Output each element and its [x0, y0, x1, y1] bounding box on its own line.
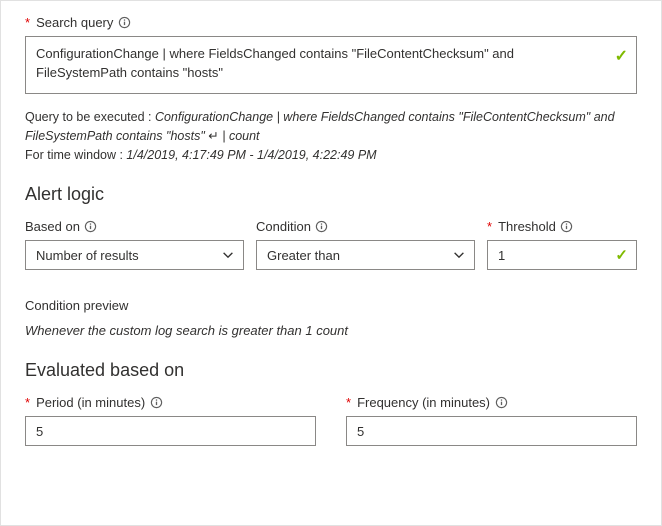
- period-value: 5: [36, 424, 43, 439]
- check-icon: ✓: [615, 246, 628, 264]
- condition-col: Condition Greater than: [256, 219, 475, 270]
- alert-logic-row: Based on Number of results Condition: [25, 219, 637, 270]
- info-icon[interactable]: [560, 220, 574, 234]
- query-desc-prefix: Query to be executed :: [25, 110, 155, 124]
- required-asterisk: *: [346, 395, 351, 410]
- frequency-col: * Frequency (in minutes) 5: [346, 395, 637, 446]
- chevron-down-icon: [221, 248, 235, 262]
- based-on-col: Based on Number of results: [25, 219, 244, 270]
- info-icon[interactable]: [315, 220, 329, 234]
- info-icon[interactable]: [84, 220, 98, 234]
- frequency-label-row: * Frequency (in minutes): [346, 395, 637, 410]
- search-query-label-row: * Search query: [25, 15, 637, 30]
- period-label: Period (in minutes): [36, 395, 145, 410]
- info-icon[interactable]: [494, 396, 508, 410]
- frequency-label: Frequency (in minutes): [357, 395, 490, 410]
- threshold-label-row: * Threshold: [487, 219, 637, 234]
- evaluated-heading: Evaluated based on: [25, 360, 637, 381]
- frequency-value: 5: [357, 424, 364, 439]
- condition-select[interactable]: Greater than: [256, 240, 475, 270]
- threshold-label: Threshold: [498, 219, 556, 234]
- condition-preview-label: Condition preview: [25, 298, 637, 313]
- threshold-value: 1: [498, 248, 505, 263]
- based-on-label: Based on: [25, 219, 80, 234]
- search-query-label: Search query: [36, 15, 113, 30]
- condition-preview-text: Whenever the custom log search is greate…: [25, 323, 637, 338]
- required-asterisk: *: [487, 219, 492, 234]
- time-window-prefix: For time window :: [25, 148, 126, 162]
- query-desc-q2: | count: [222, 129, 259, 143]
- period-input[interactable]: 5: [25, 416, 316, 446]
- required-asterisk: *: [25, 15, 30, 30]
- evaluated-row: * Period (in minutes) 5 * Frequency (in …: [25, 395, 637, 446]
- condition-label-row: Condition: [256, 219, 475, 234]
- condition-value: Greater than: [267, 248, 340, 263]
- condition-label: Condition: [256, 219, 311, 234]
- info-icon[interactable]: [117, 16, 131, 30]
- search-query-input[interactable]: ConfigurationChange | where FieldsChange…: [25, 36, 637, 94]
- return-glyph-icon: ↵: [208, 129, 222, 143]
- alert-logic-heading: Alert logic: [25, 184, 637, 205]
- threshold-col: * Threshold 1 ✓: [487, 219, 637, 270]
- based-on-label-row: Based on: [25, 219, 244, 234]
- frequency-input[interactable]: 5: [346, 416, 637, 446]
- period-col: * Period (in minutes) 5: [25, 395, 316, 446]
- based-on-value: Number of results: [36, 248, 139, 263]
- check-icon: ✓: [615, 45, 628, 68]
- alert-config-form: * Search query ConfigurationChange | whe…: [0, 0, 662, 526]
- required-asterisk: *: [25, 395, 30, 410]
- time-window-value: 1/4/2019, 4:17:49 PM - 1/4/2019, 4:22:49…: [126, 148, 376, 162]
- search-query-value: ConfigurationChange | where FieldsChange…: [36, 46, 514, 80]
- query-description: Query to be executed : ConfigurationChan…: [25, 108, 637, 164]
- based-on-select[interactable]: Number of results: [25, 240, 244, 270]
- info-icon[interactable]: [149, 396, 163, 410]
- threshold-input[interactable]: 1 ✓: [487, 240, 637, 270]
- chevron-down-icon: [452, 248, 466, 262]
- period-label-row: * Period (in minutes): [25, 395, 316, 410]
